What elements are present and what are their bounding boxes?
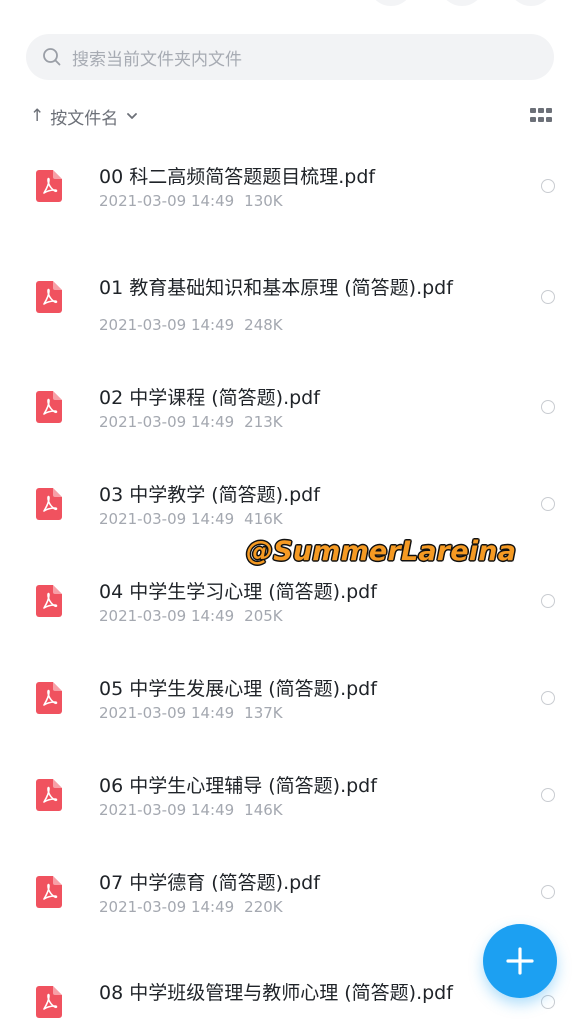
file-name: 00 科二高频简答题题目梳理.pdf <box>99 166 376 188</box>
file-date: 2021-03-09 14:49 <box>99 704 235 722</box>
select-radio[interactable] <box>541 594 555 608</box>
select-radio[interactable] <box>541 179 555 193</box>
file-size: 220K <box>244 898 283 916</box>
sort-direction-icon[interactable]: ↑ <box>30 106 44 126</box>
select-radio[interactable] <box>541 497 555 511</box>
grid-view-icon[interactable] <box>530 107 552 123</box>
select-radio[interactable] <box>541 290 555 304</box>
pdf-file-icon <box>36 585 62 617</box>
file-meta: 2021-03-09 14:49 220K <box>99 898 283 916</box>
file-size: 146K <box>244 801 283 819</box>
sort-by-name-button[interactable]: 按文件名 <box>50 104 118 129</box>
watermark-text: @SummerLareina <box>246 536 517 567</box>
pdf-file-icon <box>36 779 62 811</box>
file-meta: 2021-03-09 14:49 137K <box>99 704 283 722</box>
file-meta: 2021-03-09 14:49 146K <box>99 801 283 819</box>
pdf-file-icon <box>36 876 62 908</box>
file-name: 06 中学生心理辅导 (简答题).pdf <box>99 775 377 797</box>
file-size: 248K <box>244 316 283 334</box>
add-button[interactable] <box>483 924 557 998</box>
file-name: 01 教育基础知识和基本原理 (简答题).pdf <box>99 277 453 299</box>
file-size: 416K <box>244 510 283 528</box>
chevron-down-icon[interactable] <box>126 112 138 120</box>
toolbar-button-3[interactable] <box>511 0 551 6</box>
select-radio[interactable] <box>541 691 555 705</box>
search-input[interactable]: 搜索当前文件夹内文件 <box>26 34 554 80</box>
plus-icon <box>506 947 534 975</box>
file-meta: 2021-03-09 14:49 213K <box>99 413 283 431</box>
file-name: 05 中学生发展心理 (简答题).pdf <box>99 678 377 700</box>
pdf-file-icon <box>36 488 62 520</box>
file-name: 04 中学生学习心理 (简答题).pdf <box>99 581 377 603</box>
file-date: 2021-03-09 14:49 <box>99 316 235 334</box>
search-placeholder: 搜索当前文件夹内文件 <box>72 49 242 70</box>
file-meta: 2021-03-09 14:49 130K <box>99 192 283 210</box>
file-name: 08 中学班级管理与教师心理 (简答题).pdf <box>99 982 453 1004</box>
select-radio[interactable] <box>541 400 555 414</box>
toolbar-button-2[interactable] <box>442 0 482 6</box>
file-date: 2021-03-09 14:49 <box>99 192 235 210</box>
select-radio[interactable] <box>541 788 555 802</box>
file-date: 2021-03-09 14:49 <box>99 898 235 916</box>
select-radio[interactable] <box>541 885 555 899</box>
pdf-file-icon <box>36 391 62 423</box>
file-date: 2021-03-09 14:49 <box>99 510 235 528</box>
pdf-file-icon <box>36 682 62 714</box>
file-name: 03 中学教学 (简答题).pdf <box>99 484 320 506</box>
file-meta: 2021-03-09 14:49 205K <box>99 607 283 625</box>
file-size: 213K <box>244 413 283 431</box>
file-date: 2021-03-09 14:49 <box>99 413 235 431</box>
file-size: 137K <box>244 704 283 722</box>
file-size: 130K <box>244 192 283 210</box>
file-name: 02 中学课程 (简答题).pdf <box>99 387 320 409</box>
file-date: 2021-03-09 14:49 <box>99 801 235 819</box>
top-toolbar-partial <box>0 0 580 8</box>
pdf-file-icon <box>36 170 62 202</box>
sort-bar: ↑ 按文件名 <box>30 104 552 129</box>
toolbar-button-1[interactable] <box>371 0 411 6</box>
file-meta: 2021-03-09 14:49 248K <box>99 316 283 334</box>
file-name: 07 中学德育 (简答题).pdf <box>99 872 320 894</box>
file-date: 2021-03-09 14:49 <box>99 607 235 625</box>
pdf-file-icon <box>36 986 62 1018</box>
search-icon <box>43 48 61 66</box>
pdf-file-icon <box>36 281 62 313</box>
file-meta: 2021-03-09 14:49 416K <box>99 510 283 528</box>
select-radio[interactable] <box>541 995 555 1009</box>
file-size: 205K <box>244 607 283 625</box>
